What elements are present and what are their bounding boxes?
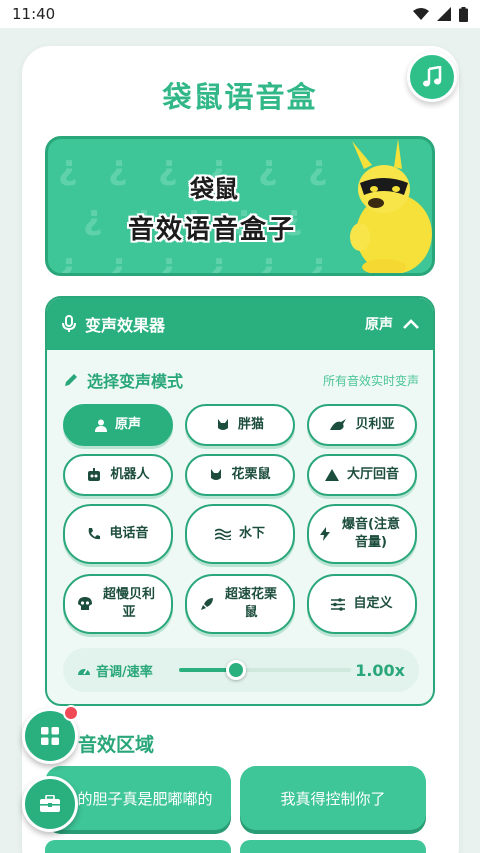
pencil-icon [65,374,77,386]
sound-item-3[interactable] [240,840,426,853]
phone-icon [89,528,101,540]
pitch-label: 音调/速率 [96,664,153,680]
music-note-icon [423,66,442,87]
skull-icon [78,597,92,610]
toolbox-button[interactable] [22,776,78,832]
triangle-icon [324,469,339,481]
mode-button-chipmunk[interactable]: 花栗鼠 [185,454,295,496]
mode-button-slow-belial[interactable]: 超慢贝利亚 [63,574,173,634]
mode-select-title: 选择变声模式 [87,372,184,391]
chevron-up-icon[interactable] [403,319,419,329]
toolbox-icon [40,795,60,812]
mode-button-distortion[interactable]: 爆音(注意音量) [307,504,417,564]
mode-button-belial[interactable]: 贝利亚 [307,404,417,446]
mode-button-underwater[interactable]: 水下 [185,504,295,564]
banner-line1: 袋鼠 [190,175,238,203]
status-time: 11:40 [12,5,56,23]
mode-button-original[interactable]: 原声 [63,404,173,446]
voice-effect-panel: 变声效果器 原声 选择变声模式 所有音效实时变声 原声 胖猫 贝利亚 机器人 花… [45,296,435,706]
signal-icon [437,7,451,21]
music-button[interactable] [407,52,457,102]
svg-text:¿: ¿ [208,246,228,276]
battery-icon [459,6,468,22]
chipmunk-icon [211,469,222,480]
svg-text:¿: ¿ [108,246,128,276]
svg-text:¿: ¿ [158,246,178,276]
current-mode-label: 原声 [365,317,393,333]
grid-icon [41,727,59,745]
mode-button-custom[interactable]: 自定义 [307,574,417,634]
mode-button-fat-cat[interactable]: 胖猫 [185,404,295,446]
mode-button-telephone[interactable]: 电话音 [63,504,173,564]
svg-text:¿: ¿ [158,148,178,188]
mode-select-row: 选择变声模式 所有音效实时变声 [63,368,419,392]
waves-icon [214,528,231,540]
pitch-value: 1.00x [355,660,405,680]
gauge-icon [78,668,90,675]
microphone-icon [62,315,76,332]
pitch-slider-thumb[interactable] [225,660,246,680]
svg-text:¿: ¿ [108,148,128,188]
svg-text:¿: ¿ [58,148,78,188]
mode-button-fast-chipmunk[interactable]: 超速花栗鼠 [185,574,295,634]
svg-text:¿: ¿ [83,198,103,238]
svg-text:¿: ¿ [58,246,78,276]
robot-icon [88,468,101,481]
sound-area-title: 音效区域 [78,734,155,756]
dragon-icon [330,419,347,430]
sound-item-1[interactable]: 我真得控制你了 [240,766,426,830]
rocket-icon [201,598,213,610]
sliders-icon [331,597,346,611]
mode-button-hall-echo[interactable]: 大厅回音 [307,454,417,496]
sound-item-2[interactable] [45,840,231,853]
realtime-note: 所有音效实时变声 [322,373,419,388]
status-icons [413,6,468,22]
banner[interactable]: ¿ ¿ ¿ ¿ ¿ ¿ ¿ ¿ ¿ ¿ ¿ ¿ ¿ ¿ ¿ ¿ ¿ 袋鼠 音效语音盒子 [45,136,435,276]
banner-line2: 音效语音盒子 [128,215,297,245]
bolt-icon [320,527,330,541]
svg-text:¿: ¿ [258,148,278,188]
person-icon [94,419,107,432]
panel-title: 变声效果器 [85,316,166,335]
wifi-icon [413,8,429,20]
notification-badge [63,705,79,721]
panel-header[interactable]: 变声效果器 原声 [47,298,433,350]
svg-text:¿: ¿ [258,246,278,276]
pitch-slider[interactable] [179,660,351,680]
mode-button-robot[interactable]: 机器人 [63,454,173,496]
kangaroo-mascot-icon [350,139,432,273]
status-bar: 11:40 [0,0,480,28]
cat-icon [217,419,228,430]
pitch-slider-row: 音调/速率 1.00x [63,648,419,692]
